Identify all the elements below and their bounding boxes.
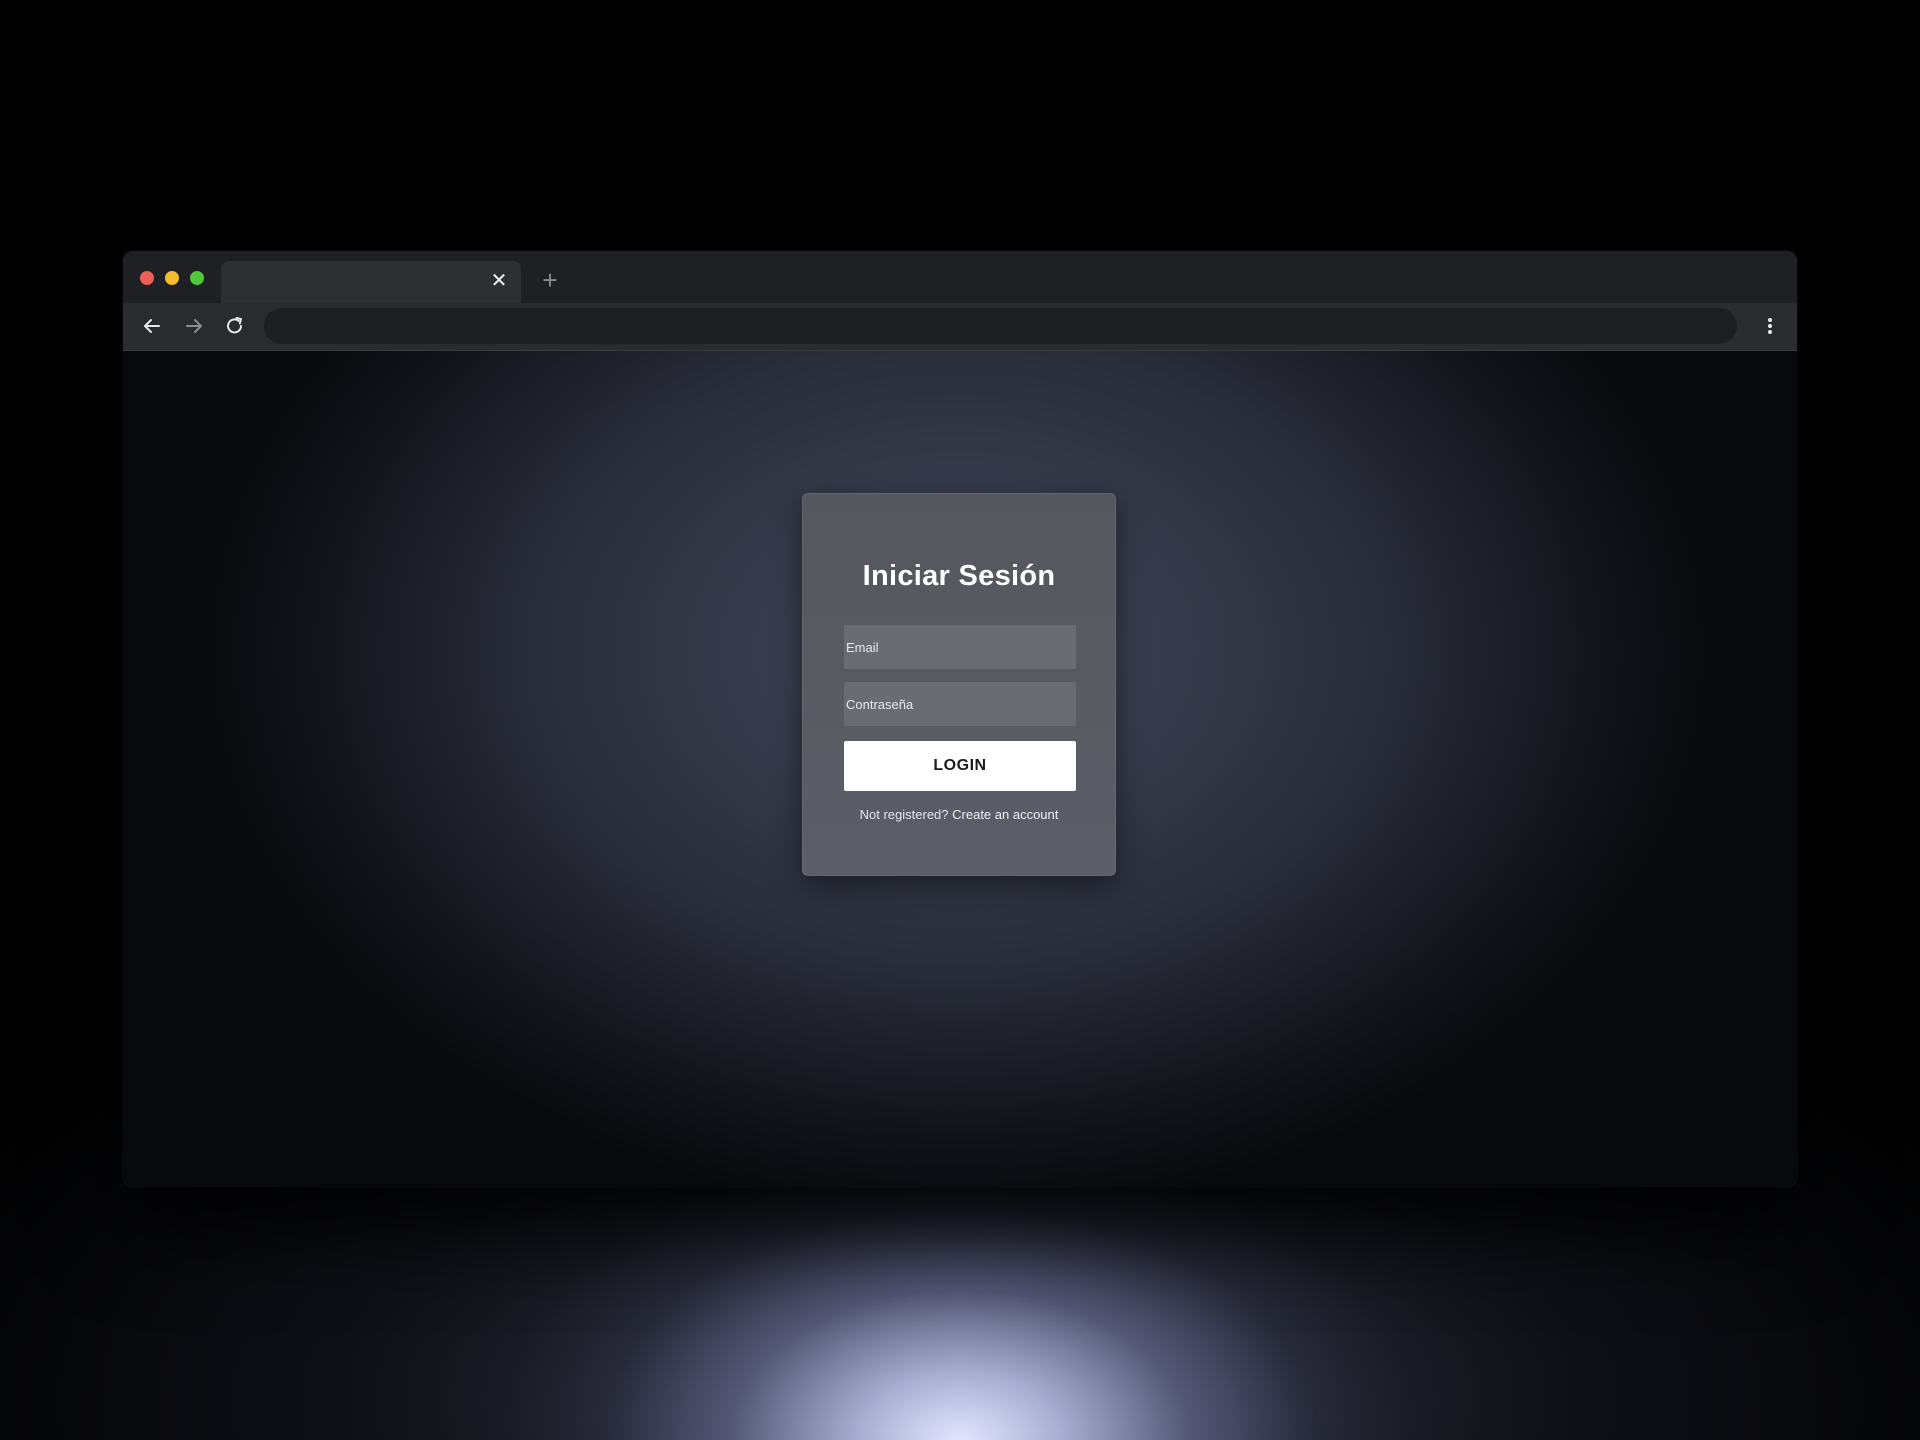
create-account-link[interactable]: Create an account bbox=[952, 807, 1058, 822]
window-close-button[interactable] bbox=[140, 271, 154, 285]
signup-prompt: Not registered? Create an account bbox=[803, 807, 1115, 822]
browser-window: ✕ + Iniciar Sesión Email LOGIN Not regis… bbox=[123, 251, 1797, 1187]
browser-toolbar bbox=[123, 303, 1797, 351]
address-bar[interactable] bbox=[264, 308, 1737, 344]
window-maximize-button[interactable] bbox=[190, 271, 204, 285]
tab-close-icon[interactable]: ✕ bbox=[487, 269, 511, 293]
arrow-left-icon bbox=[144, 319, 160, 333]
window-minimize-button[interactable] bbox=[165, 271, 179, 285]
reload-icon bbox=[227, 317, 242, 334]
page-viewport: Iniciar Sesión LOGIN Not registered? Cre… bbox=[123, 351, 1797, 1187]
signup-prompt-text: Not registered? bbox=[859, 807, 949, 822]
new-tab-button[interactable]: + bbox=[535, 265, 565, 295]
login-button[interactable]: LOGIN bbox=[844, 741, 1076, 791]
browser-menu-button[interactable] bbox=[1755, 311, 1785, 341]
password-field[interactable] bbox=[844, 682, 1076, 726]
page-title: Iniciar Sesión bbox=[862, 560, 1056, 592]
title-bar: ✕ + bbox=[123, 251, 1797, 303]
login-card: Iniciar Sesión LOGIN Not registered? Cre… bbox=[802, 493, 1116, 876]
back-button[interactable] bbox=[137, 311, 167, 341]
arrow-right-icon bbox=[186, 319, 202, 333]
email-field[interactable] bbox=[844, 625, 1076, 669]
browser-tab[interactable]: ✕ bbox=[221, 261, 521, 303]
stage: ✕ + Iniciar Sesión Email LOGIN Not regis… bbox=[0, 0, 1920, 1440]
forward-button[interactable] bbox=[179, 311, 209, 341]
reload-button[interactable] bbox=[220, 311, 250, 341]
kebab-menu-icon bbox=[1768, 318, 1772, 334]
